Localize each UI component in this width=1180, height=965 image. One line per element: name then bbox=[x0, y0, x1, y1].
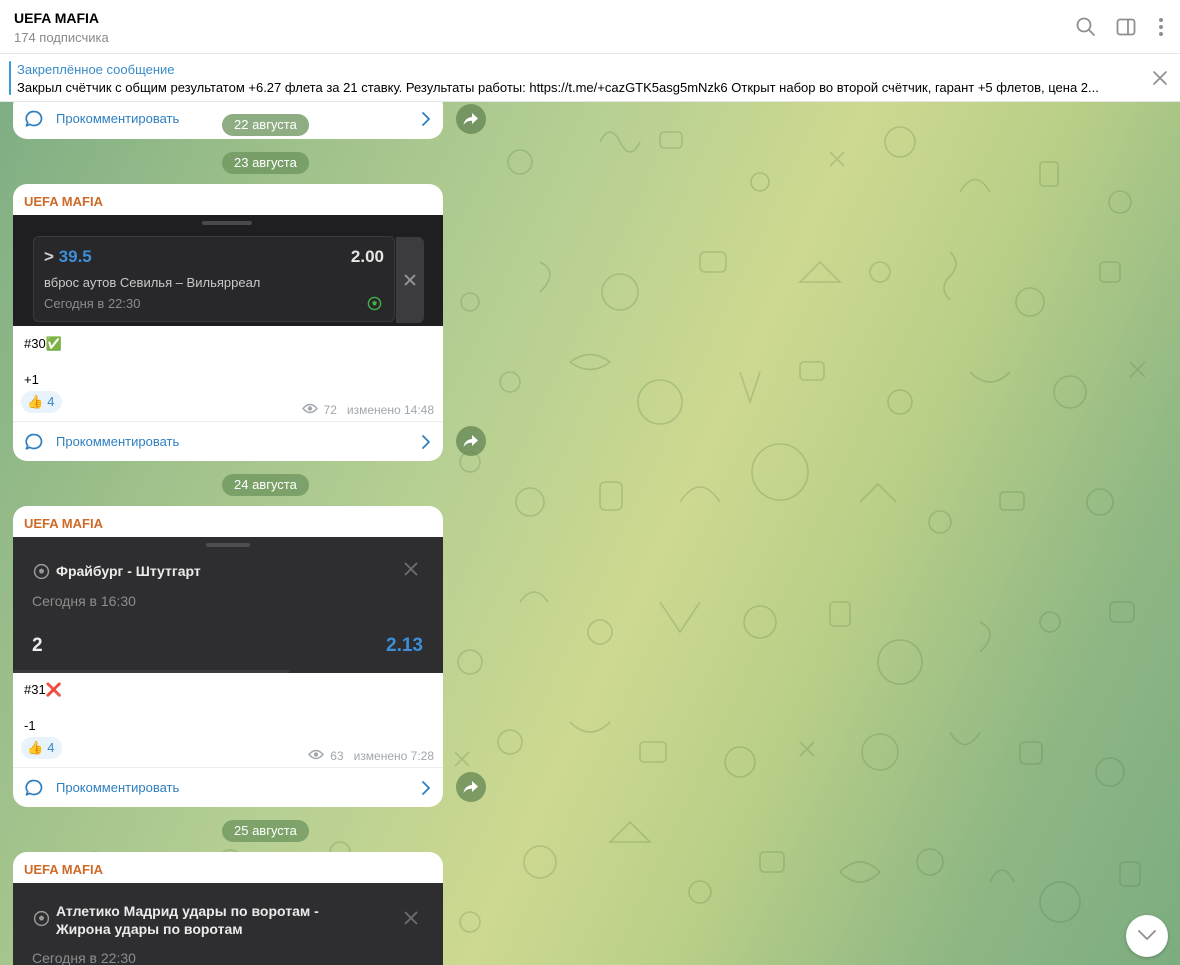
bet-screenshot[interactable]: Фрайбург - Штутгарт Сегодня в 16:30 2 2.… bbox=[13, 537, 443, 673]
match-name: Атлетико Мадрид удары по воротам - Жирон… bbox=[56, 903, 319, 937]
chevron-right-icon bbox=[421, 780, 431, 799]
eye-icon bbox=[301, 403, 318, 417]
edited-label: изменено 14:48 bbox=[346, 403, 434, 417]
view-count: 72 bbox=[323, 403, 337, 417]
chevron-right-icon bbox=[421, 434, 431, 453]
message-card[interactable]: UEFA MAFIA Фрайбург - Штутгарт Сегодня в… bbox=[13, 506, 443, 807]
comment-button[interactable]: Прокомментировать bbox=[13, 767, 443, 807]
comment-bubble-icon bbox=[24, 109, 44, 132]
message-meta: 63 изменено 7:28 bbox=[308, 749, 434, 763]
bet-result: +1 bbox=[24, 372, 39, 387]
divider bbox=[13, 670, 289, 673]
reaction-count: 4 bbox=[47, 740, 55, 755]
soccer-ball-icon bbox=[367, 296, 382, 314]
bet-time: Сегодня в 22:30 bbox=[32, 950, 136, 965]
sidebar-toggle-icon[interactable] bbox=[1114, 15, 1138, 39]
bet-pick: 2 bbox=[32, 635, 43, 656]
message-card[interactable]: UEFA MAFIA > 39.5 2.00 вброс аутов Севил… bbox=[13, 184, 443, 461]
chevron-right-icon bbox=[421, 111, 431, 130]
date-separator: 24 августа bbox=[222, 474, 309, 496]
bet-value: > 39.5 bbox=[44, 247, 92, 266]
bet-time: Сегодня в 22:30 bbox=[44, 296, 141, 311]
soccer-ball-icon bbox=[33, 563, 50, 583]
bet-result: -1 bbox=[24, 718, 36, 733]
bet-odds: 2.13 bbox=[386, 635, 423, 656]
message-author[interactable]: UEFA MAFIA bbox=[24, 194, 103, 209]
share-icon[interactable] bbox=[456, 426, 486, 456]
date-separator: 23 августа bbox=[222, 152, 309, 174]
close-icon bbox=[396, 237, 424, 323]
date-separator: 25 августа bbox=[222, 820, 309, 842]
date-separator: 22 августа bbox=[222, 114, 309, 136]
soccer-ball-icon bbox=[33, 910, 50, 930]
bet-screenshot[interactable]: Атлетико Мадрид удары по воротам - Жирон… bbox=[13, 883, 443, 965]
close-icon bbox=[403, 561, 419, 580]
comment-button[interactable]: Прокомментировать bbox=[13, 421, 443, 461]
eye-icon bbox=[308, 749, 325, 763]
chat-header[interactable]: UEFA MAFIA 174 подписчика bbox=[0, 0, 1180, 54]
message-meta: 72 изменено 14:48 bbox=[301, 403, 434, 417]
share-icon[interactable] bbox=[456, 104, 486, 134]
bet-card: > 39.5 2.00 вброс аутов Севилья – Вильяр… bbox=[33, 236, 424, 323]
message-author[interactable]: UEFA MAFIA bbox=[24, 516, 103, 531]
pinned-text: Закрыл счётчик с общим результатом +6.27… bbox=[17, 80, 1099, 95]
edited-label: изменено 7:28 bbox=[353, 749, 434, 763]
message-author[interactable]: UEFA MAFIA bbox=[24, 862, 103, 877]
reaction-count: 4 bbox=[47, 394, 55, 409]
chat-area[interactable]: Прокомментировать 22 августа 23 августа … bbox=[0, 102, 1180, 965]
subscriber-count: 174 подписчика bbox=[14, 30, 109, 45]
thumbs-up-icon: 👍 bbox=[27, 394, 44, 409]
bet-screenshot[interactable]: > 39.5 2.00 вброс аутов Севилья – Вильяр… bbox=[13, 215, 443, 326]
reaction-badge[interactable]: 👍 4 bbox=[21, 737, 63, 759]
comment-bubble-icon bbox=[24, 778, 44, 801]
close-icon bbox=[403, 910, 419, 929]
close-pinned-icon[interactable] bbox=[1151, 69, 1169, 90]
thumbs-up-icon: 👍 bbox=[27, 740, 44, 755]
comment-bubble-icon bbox=[24, 432, 44, 455]
pinned-message-bar[interactable]: Закреплённое сообщение Закрыл счётчик с … bbox=[0, 54, 1180, 102]
bet-time: Сегодня в 16:30 bbox=[32, 593, 136, 609]
more-vertical-icon[interactable] bbox=[1149, 15, 1173, 39]
share-icon[interactable] bbox=[456, 772, 486, 802]
drag-handle bbox=[206, 543, 250, 547]
bet-name: вброс аутов Севилья – Вильярреал bbox=[44, 275, 261, 290]
comment-label: Прокомментировать bbox=[56, 434, 180, 449]
pinned-accent-bar bbox=[9, 61, 11, 95]
channel-name[interactable]: UEFA MAFIA bbox=[14, 10, 99, 26]
message-card[interactable]: UEFA MAFIA Атлетико Мадрид удары по воро… bbox=[13, 852, 443, 965]
reaction-badge[interactable]: 👍 4 bbox=[21, 391, 63, 413]
bet-odds: 2.00 bbox=[350, 247, 384, 266]
chevron-down-icon bbox=[1137, 929, 1157, 944]
match-name: Фрайбург - Штутгарт bbox=[56, 563, 201, 579]
bet-tag: #31❌ bbox=[24, 682, 62, 697]
search-icon[interactable] bbox=[1074, 15, 1098, 39]
pinned-title: Закреплённое сообщение bbox=[17, 62, 175, 77]
view-count: 63 bbox=[330, 749, 344, 763]
comment-label: Прокомментировать bbox=[56, 780, 180, 795]
scroll-down-button[interactable] bbox=[1126, 915, 1168, 957]
comment-label: Прокомментировать bbox=[56, 111, 180, 126]
drag-handle bbox=[202, 221, 252, 225]
bet-tag: #30✅ bbox=[24, 336, 62, 351]
